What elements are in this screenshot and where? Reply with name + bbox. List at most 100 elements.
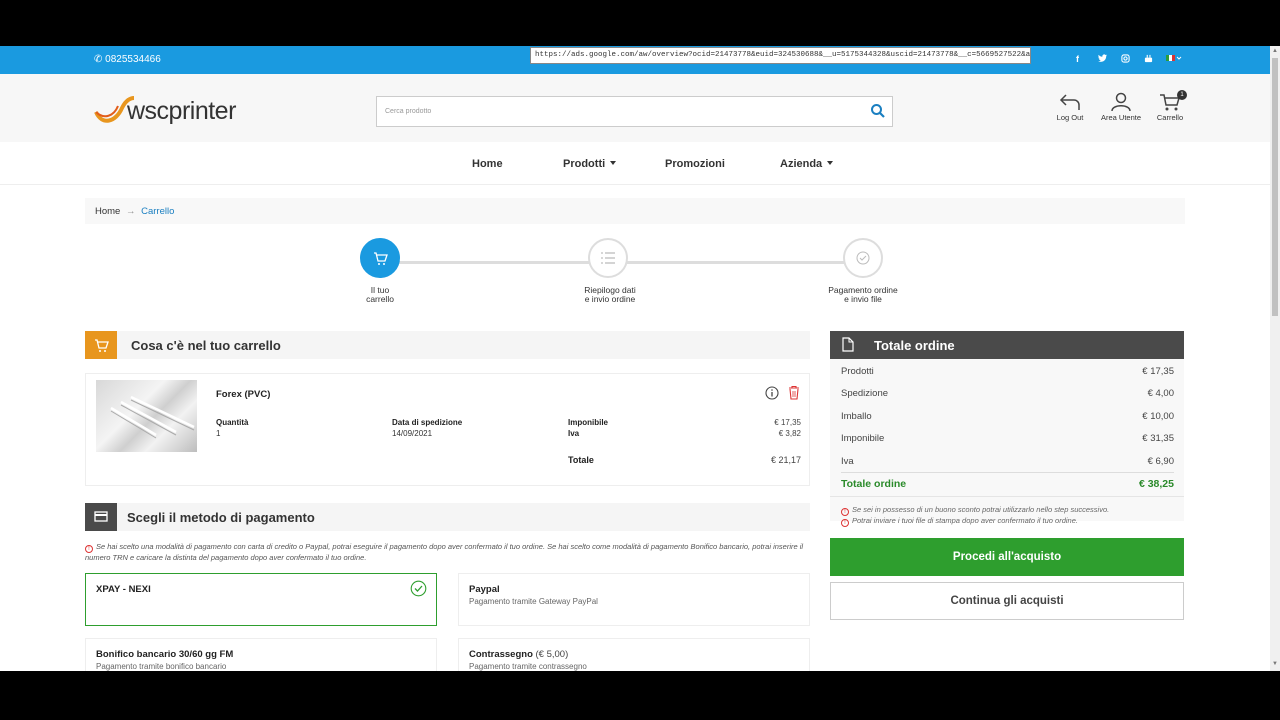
summary-row-value: € 17,35 [1142, 366, 1174, 377]
main-nav: Home Prodotti Promozioni Azienda [0, 142, 1270, 185]
payment-section-header: Scegli il metodo di pagamento [85, 503, 810, 531]
cart-icon [374, 252, 388, 265]
youtube-icon[interactable] [1144, 54, 1153, 65]
payment-option-title: Bonifico bancario 30/60 gg FM [96, 649, 233, 660]
search-icon[interactable] [870, 103, 886, 124]
summary-row: Prodotti € 17,35 [841, 366, 1174, 382]
cart-section-header: Cosa c'è nel tuo carrello [85, 331, 810, 359]
summary-row-label: Prodotti [841, 366, 874, 377]
logo[interactable]: wscprinter [94, 92, 254, 126]
summary-row: Imballo € 10,00 [841, 411, 1174, 427]
summary-divider [841, 472, 1174, 473]
scroll-down-icon[interactable]: ▼ [1272, 661, 1278, 667]
vat-value: € 3,82 [778, 429, 801, 438]
phone-text: 0825534466 [105, 54, 161, 65]
step-3-line2: e invio file [844, 294, 882, 304]
summary-row: Imponibile € 31,35 [841, 433, 1174, 449]
summary-row-label: Iva [841, 456, 854, 467]
payment-note-text: Se hai scelto una modalità di pagamento … [85, 542, 804, 562]
step-3-circle [843, 238, 883, 278]
summary-row-label: Imballo [841, 411, 872, 422]
search-box[interactable]: Cerca prodotto [376, 96, 893, 127]
proceed-to-checkout-button[interactable]: Procedi all'acquisto [830, 538, 1184, 576]
url-tooltip: https://ads.google.com/aw/overview?ocid=… [530, 47, 1031, 64]
payment-option-contrassegno[interactable]: Contrassegno (€ 5,00) Pagamento tramite … [458, 638, 810, 671]
logout-button[interactable]: Log Out [1045, 92, 1095, 122]
summary-divider [830, 496, 1184, 497]
nav-home[interactable]: Home [472, 158, 503, 170]
payment-option-bonifico[interactable]: Bonifico bancario 30/60 gg FM Pagamento … [85, 638, 437, 671]
cart-count-badge: 1 [1177, 90, 1187, 100]
summary-note-text: Potrai inviare i tuoi file di stampa dop… [852, 516, 1078, 525]
breadcrumb-separator: → [125, 206, 136, 217]
logo-text: wscprinter [127, 97, 236, 125]
payment-option-name: Bonifico bancario 30/60 gg FM [96, 649, 234, 660]
summary-row: Spedizione € 4,00 [841, 388, 1174, 404]
browser-viewport: ✆ 0825534466 https://ads.google.com/aw/o… [0, 46, 1280, 671]
checkout-steps: Il tuo carrello Riepilogo dati e invio ord… [300, 238, 980, 308]
payment-option-xpay[interactable]: XPAY - NEXI [85, 573, 437, 626]
step-2-circle [588, 238, 628, 278]
payment-option-name: Contrassegno [469, 649, 533, 660]
summary-total-value: € 38,25 [1138, 478, 1174, 490]
summary-row: Iva € 6,90 [841, 456, 1174, 472]
nav-azienda[interactable]: Azienda [780, 158, 834, 170]
alert-icon: ! [841, 519, 849, 527]
top-bar: ✆ 0825534466 https://ads.google.com/aw/o… [0, 46, 1270, 74]
step-2-label: Riepilogo dati e invio ordine [550, 286, 670, 304]
step-3-label: Pagamento ordine e invio file [803, 286, 923, 304]
shipping-date-label: Data di spedizione [392, 418, 463, 427]
cart-icon [95, 339, 109, 352]
trash-icon[interactable] [788, 385, 800, 405]
info-icon[interactable] [765, 386, 779, 405]
payment-option-name: Paypal [469, 584, 500, 595]
order-summary: Totale ordine Prodotti € 17,35 Spedizione… [830, 331, 1184, 527]
quantity-label: Quantità [216, 418, 249, 427]
phone-number[interactable]: ✆ 0825534466 [94, 54, 161, 65]
italy-flag-icon[interactable] [1166, 54, 1182, 64]
payment-option-name: XPAY - NEXI [96, 584, 151, 595]
page-scrollbar[interactable]: ▲ ▼ [1270, 46, 1280, 671]
chevron-down-icon [827, 161, 834, 165]
payment-option-fee: (€ 5,00) [535, 649, 569, 660]
payment-option-paypal[interactable]: Paypal Pagamento tramite Gateway PayPal [458, 573, 810, 626]
summary-title: Totale ordine [874, 338, 955, 353]
nav-prodotti[interactable]: Prodotti [563, 158, 617, 170]
pvc-sheets-image [110, 395, 195, 439]
payment-section-title: Scegli il metodo di pagamento [127, 510, 315, 525]
search-input[interactable]: Cerca prodotto [385, 108, 431, 115]
instagram-icon[interactable] [1121, 54, 1130, 65]
item-total-label: Totale [568, 455, 594, 465]
vat-label: Iva [568, 429, 580, 438]
breadcrumb-home[interactable]: Home [95, 206, 120, 217]
quantity-value: 1 [216, 429, 221, 438]
account-label: Area Utente [1100, 113, 1142, 122]
payment-option-title: Contrassegno (€ 5,00) [469, 649, 568, 660]
payment-option-desc: Pagamento tramite bonifico bancario [96, 662, 227, 671]
payment-option-desc: Pagamento tramite Gateway PayPal [469, 597, 598, 606]
cart-button[interactable]: 1 Carrello [1145, 90, 1195, 122]
summary-row-label: Spedizione [841, 388, 889, 399]
summary-row-value: € 6,90 [1147, 456, 1174, 467]
cart-label: Carrello [1156, 113, 1184, 122]
item-total-value: € 21,17 [770, 455, 801, 465]
check-circle-icon [410, 580, 427, 602]
payment-option-title: Paypal [469, 584, 500, 595]
account-button[interactable]: Area Utente [1096, 92, 1146, 122]
product-name[interactable]: Forex (PVC) [216, 389, 270, 400]
check-circle-icon [856, 251, 870, 265]
payment-note: ! Se hai scelto una modalità di pagamento… [85, 542, 810, 563]
continue-shopping-button[interactable]: Continua gli acquisti [830, 582, 1184, 620]
breadcrumb-current: Carrello [141, 206, 175, 217]
scroll-up-icon[interactable]: ▲ [1272, 48, 1278, 54]
twitter-icon[interactable] [1098, 54, 1107, 64]
shipping-date-value: 14/09/2021 [392, 429, 433, 438]
credit-card-icon [94, 511, 108, 522]
product-image [96, 380, 197, 452]
summary-row-value: € 10,00 [1142, 411, 1174, 422]
scrollbar-thumb[interactable] [1272, 58, 1278, 316]
nav-azienda-label: Azienda [780, 158, 823, 170]
facebook-icon[interactable]: f [1076, 54, 1079, 64]
list-icon [601, 252, 615, 264]
nav-promozioni[interactable]: Promozioni [665, 158, 725, 170]
